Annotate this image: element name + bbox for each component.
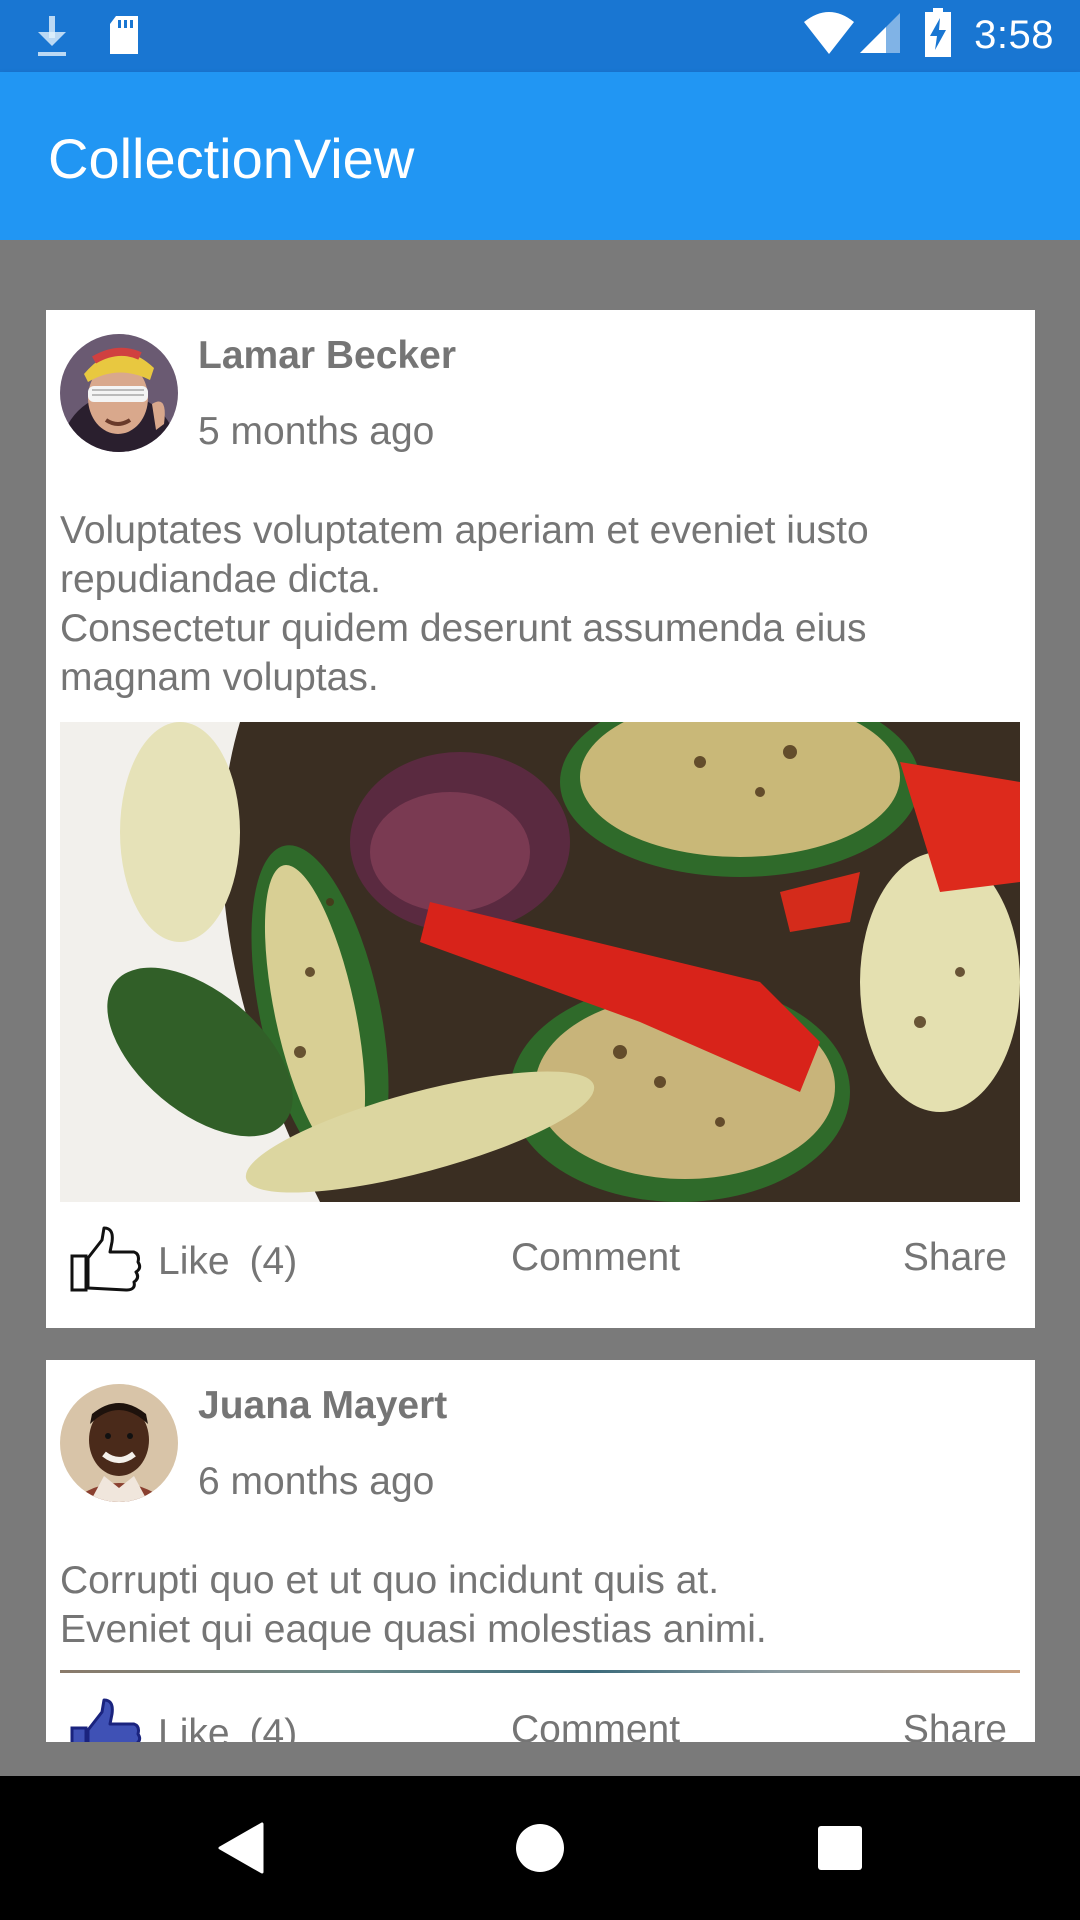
post-card[interactable]: Juana Mayert 6 months ago Corrupti quo e… (46, 1360, 1035, 1742)
post-image[interactable] (60, 1670, 1020, 1673)
avatar (60, 1384, 178, 1502)
post-text-line: Voluptates voluptatem aperiam et eveniet… (60, 509, 869, 552)
app-bar: CollectionView (0, 72, 1080, 240)
post-text: Corrupti quo et ut quo incidunt quis at.… (60, 1556, 1020, 1654)
thumbs-up-icon (70, 1226, 142, 1299)
like-label: Like (158, 1712, 230, 1742)
back-icon[interactable] (218, 1822, 264, 1879)
post-text: Voluptates voluptatem aperiam et eveniet… (60, 506, 1020, 702)
comment-button[interactable]: Comment (511, 1236, 680, 1280)
post-time: 5 months ago (198, 410, 435, 453)
recents-icon[interactable] (818, 1826, 862, 1870)
like-count: (4) (249, 1240, 298, 1283)
like-button[interactable]: Like (4) (70, 1222, 297, 1302)
comment-button[interactable]: Comment (511, 1708, 680, 1742)
post-text-line: Eveniet qui eaque quasi molestias animi. (60, 1608, 767, 1651)
post-actions: Like (4) Comment Share (46, 1694, 1035, 1742)
thumbs-up-filled-icon (70, 1698, 142, 1742)
wifi-icon (802, 10, 856, 61)
post-author: Lamar Becker (198, 334, 456, 377)
like-count: (4) (249, 1712, 298, 1742)
post-text-line: repudiandae dicta. (60, 558, 381, 601)
post-text-line: Corrupti quo et ut quo incidunt quis at. (60, 1559, 720, 1602)
download-icon (34, 14, 70, 63)
navigation-bar (0, 1776, 1080, 1920)
avatar (60, 334, 178, 452)
share-button[interactable]: Share (903, 1708, 1007, 1742)
like-label: Like (158, 1240, 230, 1283)
post-time: 6 months ago (198, 1460, 435, 1503)
post-author: Juana Mayert (198, 1384, 448, 1427)
share-button[interactable]: Share (903, 1236, 1007, 1280)
sd-card-icon (106, 14, 142, 63)
post-card[interactable]: Lamar Becker 5 months ago Voluptates vol… (46, 310, 1035, 1328)
home-icon[interactable] (516, 1824, 564, 1872)
collection-view[interactable]: Lamar Becker 5 months ago Voluptates vol… (0, 240, 1080, 1746)
post-actions: Like (4) Comment Share (46, 1222, 1035, 1302)
post-text-line: Consectetur quidem deserunt assumenda ei… (60, 607, 867, 650)
post-text-line: magnam voluptas. (60, 656, 379, 699)
battery-charging-icon (924, 8, 952, 63)
post-image[interactable] (60, 722, 1020, 1202)
status-bar: 3:58 (0, 0, 1080, 72)
status-time: 3:58 (974, 13, 1054, 57)
like-button[interactable]: Like (4) (70, 1694, 297, 1742)
app-title: CollectionView (48, 127, 415, 190)
cell-signal-icon (858, 11, 902, 60)
